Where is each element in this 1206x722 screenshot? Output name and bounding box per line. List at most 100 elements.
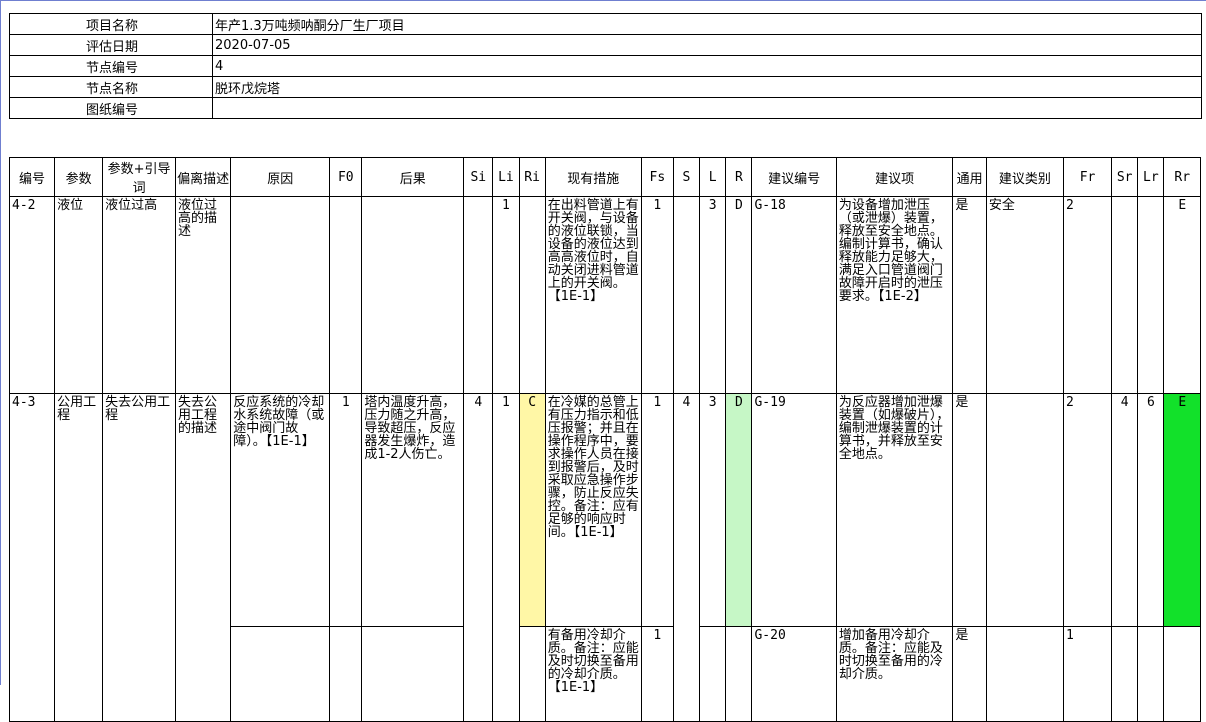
cell-si: 4: [463, 393, 494, 722]
column-header: 现有措施: [544, 157, 642, 197]
column-header: 后果: [361, 157, 465, 197]
column-header: 偏离描述: [174, 157, 232, 197]
cell-category: [985, 393, 1065, 627]
cell-suggestion-no: G-19: [751, 393, 837, 627]
column-header: 建议编号: [751, 157, 837, 197]
column-header: 通用: [952, 157, 987, 197]
cell-fs: 1: [640, 196, 674, 394]
cell-general: 是: [952, 626, 987, 722]
cell-sr: [1111, 626, 1139, 722]
column-header: L: [699, 157, 727, 197]
info-value: 年产1.3万吨频呐酮分厂生厂项目: [212, 13, 1202, 35]
cell-ri: [518, 196, 546, 394]
column-header: Li: [492, 157, 520, 197]
info-value: [212, 97, 1202, 119]
info-row: 图纸编号: [9, 97, 1202, 119]
info-row: 节点编号 4: [9, 55, 1202, 77]
table-row: 4-3 公用工程 失去公用工程 失去公用工程的描述 反应系统的冷却水系统故障（或…: [8, 393, 1201, 722]
cell-param: 公用工程: [54, 393, 104, 722]
cell-l: 3: [699, 196, 727, 394]
info-label: 节点编号: [9, 55, 213, 77]
cell-lr: [1137, 626, 1165, 722]
cell-param: 液位: [54, 196, 104, 394]
cell-measure: 在冷媒的总管上有压力指示和低压报警；并且在操作程序中，要求操作人员在接到报警后，…: [544, 393, 642, 627]
cell-r: [725, 626, 753, 722]
info-row: 节点名称 脱环戊烷塔: [9, 76, 1202, 98]
column-header: 建议类别: [985, 157, 1065, 197]
info-value: 4: [212, 55, 1202, 77]
info-label: 评估日期: [9, 34, 213, 56]
info-value: 脱环戊烷塔: [212, 76, 1202, 98]
cell-deviation: 失去公用工程的描述: [174, 393, 232, 722]
cell-id: 4-2: [8, 196, 56, 394]
cell-consequence: [361, 196, 465, 394]
cell-cause: [230, 626, 331, 722]
cell-r: D: [725, 196, 753, 394]
cell-suggestion: 为设备增加泄压（或泄爆）装置，释放至安全地点。编制计算书，确认释放能力足够大，满…: [835, 196, 954, 394]
cell-guide: 失去公用工程: [102, 393, 176, 722]
cell-s: [672, 196, 701, 394]
cell-fr: 1: [1063, 626, 1113, 722]
cell-general: 是: [952, 393, 987, 627]
cell-li: 1: [492, 196, 520, 394]
cell-fr: 2: [1063, 196, 1113, 394]
cell-consequence: 塔内温度升高，压力随之升高，导致超压，反应器发生爆炸，造成1-2人伤亡。: [361, 393, 465, 627]
frame-border-left: [0, 0, 1, 685]
cell-lr: [1137, 196, 1165, 394]
column-header: 原因: [230, 157, 331, 197]
info-row: 项目名称 年产1.3万吨频呐酮分厂生厂项目: [9, 13, 1202, 35]
cell-l: [699, 626, 727, 722]
info-value: 2020-07-05: [212, 34, 1202, 56]
cell-rr: [1163, 626, 1201, 722]
cell-ri: [518, 626, 546, 722]
column-header: S: [672, 157, 701, 197]
cell-s: 4: [672, 393, 701, 722]
column-header: 参数+引导词: [102, 157, 176, 197]
table-header-row: 编号 参数 参数+引导词 偏离描述 原因 F0 后果 Si Li Ri 现有措施…: [8, 157, 1201, 197]
cell-fs: 1: [640, 393, 674, 627]
column-header: Sr: [1111, 157, 1139, 197]
info-label: 节点名称: [9, 76, 213, 98]
cell-suggestion: 为反应器增加泄爆装置（如爆破片），编制泄爆装置的计算书，并释放至安全地点。: [835, 393, 954, 627]
cell-l: 3: [699, 393, 727, 627]
cell-general: 是: [952, 196, 987, 394]
column-header: F0: [329, 157, 363, 197]
cell-suggestion: 增加备用冷却介质。备注：应能及时切换至备用的冷却介质。: [835, 626, 954, 722]
cell-measure: 有备用冷却介质。备注：应能及时切换至备用的冷却介质。【1E-1】: [544, 626, 642, 722]
column-header: Lr: [1137, 157, 1165, 197]
cell-f0: [329, 626, 363, 722]
column-header: R: [725, 157, 753, 197]
column-header: Ri: [518, 157, 546, 197]
cell-sr: 4: [1111, 393, 1139, 627]
cell-fr: 2: [1063, 393, 1113, 627]
cell-suggestion-no: G-18: [751, 196, 837, 394]
column-header: 建议项: [835, 157, 954, 197]
cell-sr: [1111, 196, 1139, 394]
hazop-table: 编号 参数 参数+引导词 偏离描述 原因 F0 后果 Si Li Ri 现有措施…: [8, 157, 1201, 722]
cell-cause: [230, 196, 331, 394]
frame-border-top: [0, 0, 1206, 1]
project-info-table: 项目名称 年产1.3万吨频呐酮分厂生厂项目 评估日期 2020-07-05 节点…: [9, 13, 1202, 119]
info-row: 评估日期 2020-07-05: [9, 34, 1202, 56]
info-label: 项目名称: [9, 13, 213, 35]
table-row: 4-2 液位 液位过高 液位过高的描述 1 在出料管道上有开关阀，与设备的液位联…: [8, 196, 1201, 394]
column-header: Fs: [640, 157, 674, 197]
cell-fs: 1: [640, 626, 674, 722]
cell-f0: 1: [329, 393, 363, 627]
cell-id: 4-3: [8, 393, 56, 722]
column-header: 编号: [8, 157, 56, 197]
cell-rr: E: [1163, 393, 1201, 627]
cell-cause: 反应系统的冷却水系统故障（或途中阀门故障）。【1E-1】: [230, 393, 331, 627]
column-header: 参数: [54, 157, 104, 197]
page: 项目名称 年产1.3万吨频呐酮分厂生厂项目 评估日期 2020-07-05 节点…: [0, 0, 1206, 722]
cell-guide: 液位过高: [102, 196, 176, 394]
cell-category: 安全: [985, 196, 1065, 394]
cell-si: [463, 196, 494, 394]
cell-measure: 在出料管道上有开关阀，与设备的液位联锁，当设备的液位达到高高液位时，自动关闭进料…: [544, 196, 642, 394]
cell-suggestion-no: G-20: [751, 626, 837, 722]
cell-li: 1: [492, 393, 520, 722]
info-label: 图纸编号: [9, 97, 213, 119]
cell-deviation: 液位过高的描述: [174, 196, 232, 394]
cell-category: [985, 626, 1065, 722]
cell-lr: 6: [1137, 393, 1165, 627]
